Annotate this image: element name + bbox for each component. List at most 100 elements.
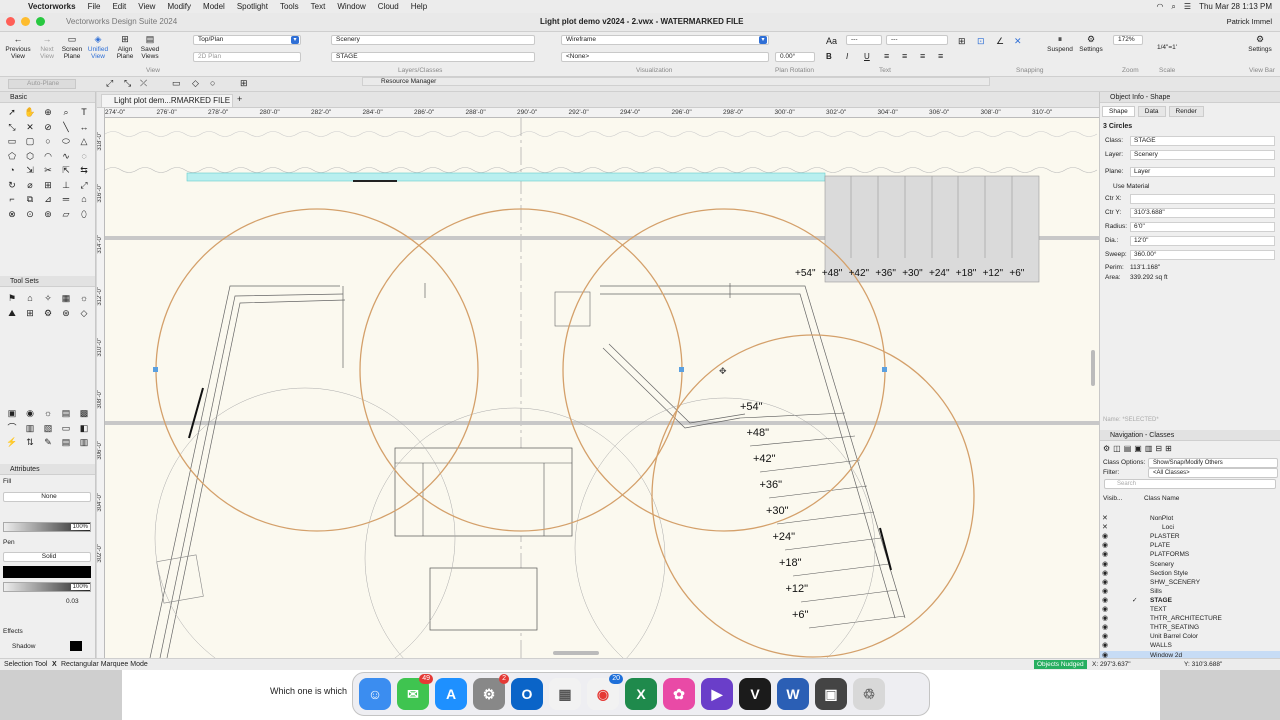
class-search-input[interactable]: Search: [1104, 479, 1276, 489]
user-name[interactable]: Patrick Immel: [1227, 17, 1272, 26]
class-field[interactable]: STAGE: [1130, 136, 1275, 146]
pen-opacity-slider[interactable]: 100%: [3, 582, 91, 592]
visible-eye-icon[interactable]: ◉: [1102, 550, 1108, 559]
unified-view-button[interactable]: ◈ Unified View: [86, 34, 110, 60]
navigation-header[interactable]: Navigation - Classes: [1100, 430, 1280, 441]
nav-saved-views-icon[interactable]: ▥: [1145, 444, 1153, 453]
tool-sets-header[interactable]: Tool Sets: [0, 276, 95, 287]
zoom-field[interactable]: 172%: [1113, 35, 1143, 45]
basic-palette-header[interactable]: Basic: [0, 92, 95, 103]
tab-shape[interactable]: Shape: [1102, 106, 1135, 117]
focus-point-icon[interactable]: ◉: [21, 406, 39, 421]
drawing-svg[interactable]: ✥ +54" +48" +42" +36" +30" +24" +18" +12" +6" +5…: [105, 118, 1099, 658]
fold-tool-icon[interactable]: ⊿: [39, 192, 57, 207]
visible-eye-icon[interactable]: ◉: [1102, 569, 1108, 578]
soft-goods-icon[interactable]: ▧: [39, 421, 57, 436]
toolset-misc-icon[interactable]: ◇: [75, 306, 93, 321]
clock[interactable]: Thu Mar 28 1:13 PM: [1199, 2, 1272, 11]
ctrx-field[interactable]: [1130, 194, 1275, 204]
class-row[interactable]: ✕ NonPlot: [1100, 514, 1280, 523]
zoom-tool-icon[interactable]: ⌕: [57, 105, 75, 120]
circle-tool-icon[interactable]: ○: [39, 134, 57, 149]
font-icon[interactable]: Aa: [826, 36, 837, 46]
align-right-icon[interactable]: ≡: [920, 51, 925, 61]
plan-rotation-field[interactable]: 0.00°: [775, 52, 815, 62]
plane-field[interactable]: Layer: [1130, 167, 1275, 177]
align-plane-button[interactable]: ⊞ Align Plane: [113, 34, 137, 60]
pen-color-swatch[interactable]: [3, 566, 91, 578]
horizontal-scrollbar[interactable]: [553, 651, 599, 655]
line-tool-icon[interactable]: ╲: [57, 120, 75, 135]
screen-recorder-icon[interactable]: ▶: [701, 678, 733, 710]
hidden-icon[interactable]: ✕: [1102, 523, 1108, 532]
class-select[interactable]: STAGE: [331, 52, 535, 62]
outlook-icon[interactable]: O: [511, 678, 543, 710]
horizontal-ruler[interactable]: 274'-0" 276'-0" 278'-0" 280'-0" 282'-0" 284'-…: [105, 108, 1099, 118]
eyedropper-tool-icon[interactable]: ⊘: [39, 120, 57, 135]
view-bar-settings-button[interactable]: ⚙ Settings: [1246, 34, 1274, 53]
class-row[interactable]: ◉ THTR_ARCHITECTURE: [1100, 614, 1280, 623]
menu-app[interactable]: Vectorworks: [22, 2, 82, 11]
menu-edit[interactable]: Edit: [106, 2, 132, 11]
rotate-tool-icon[interactable]: ↻: [3, 178, 21, 193]
nav-layers-icon[interactable]: ◫: [1113, 444, 1121, 453]
freehand-tool-icon[interactable]: ∿: [57, 149, 75, 164]
add-tab-icon[interactable]: +: [237, 94, 242, 104]
class-row[interactable]: ◉ TEXT: [1100, 605, 1280, 614]
cyan-batten[interactable]: [186, 172, 826, 182]
ctry-field[interactable]: 310'3.688": [1130, 208, 1275, 218]
snap-angle-icon[interactable]: ∠: [996, 36, 1004, 47]
vectorworks-icon[interactable]: V: [739, 678, 771, 710]
split-tool-icon[interactable]: ⌀: [21, 178, 39, 193]
visible-eye-icon[interactable]: ◉: [1102, 641, 1108, 650]
light-position-icon[interactable]: ☼: [39, 406, 57, 421]
class-row[interactable]: ◉ SHW_SCENERY: [1100, 578, 1280, 587]
attribute-tool-icon[interactable]: ⊙: [21, 207, 39, 222]
system-settings-icon[interactable]: ⚙ 2: [473, 674, 509, 710]
mirror-tool-icon[interactable]: ⇆: [75, 163, 93, 178]
search-icon[interactable]: ⌕: [1171, 2, 1175, 12]
oval-tool-icon[interactable]: ⬭: [57, 134, 75, 149]
visible-eye-icon[interactable]: ◉: [1102, 614, 1108, 623]
seating-icon[interactable]: ⌒: [3, 421, 21, 436]
menu-text[interactable]: Text: [305, 2, 332, 11]
layer-field[interactable]: Scenery: [1130, 150, 1275, 160]
nav-sheet-layers-icon[interactable]: ▤: [1124, 444, 1132, 453]
toolset-dims-icon[interactable]: ⚑: [3, 291, 21, 306]
wall-tool-icon[interactable]: ▱: [57, 207, 75, 222]
text-tool-icon[interactable]: T: [75, 105, 93, 120]
dimension-tool-icon[interactable]: ↔: [75, 120, 93, 135]
font-select[interactable]: ---: [846, 35, 882, 45]
suspend-snapping-button[interactable]: ⏸ Suspend: [1046, 34, 1074, 53]
menu-model[interactable]: Model: [197, 2, 231, 11]
radius-field[interactable]: 6'0": [1130, 222, 1275, 232]
auto-plane-button[interactable]: Auto-Plane: [8, 79, 76, 89]
trash-icon[interactable]: ♲: [853, 678, 885, 710]
align-center-icon[interactable]: ≡: [902, 51, 907, 61]
stage-deck-icon[interactable]: ▥: [21, 421, 39, 436]
resource-manager-bar[interactable]: Resource Manager: [362, 77, 990, 86]
delete-tool-icon[interactable]: ✕: [21, 120, 39, 135]
pan-tool-icon[interactable]: ✋: [21, 105, 39, 120]
use-material-checkbox[interactable]: Use Material: [1113, 183, 1149, 190]
col-name-header[interactable]: Class Name: [1144, 495, 1179, 502]
locus-tool-icon[interactable]: ⊚: [39, 207, 57, 222]
reshape-mode-icon[interactable]: ⤫: [140, 78, 147, 89]
visible-eye-icon[interactable]: ◉: [1102, 560, 1108, 569]
next-view-button[interactable]: → Next View: [36, 34, 58, 60]
toolset-furniture-icon[interactable]: ⊞: [21, 306, 39, 321]
arc-tool-icon[interactable]: ◠: [39, 149, 57, 164]
space-tool-icon[interactable]: ⬯: [75, 207, 93, 222]
toolset-site-icon[interactable]: ⛰: [3, 306, 21, 321]
lasso-icon[interactable]: ○: [210, 78, 215, 88]
triangle-tool-icon[interactable]: △: [75, 134, 93, 149]
visible-eye-icon[interactable]: ◉: [1102, 541, 1108, 550]
class-row[interactable]: ◉ PLATE: [1100, 541, 1280, 550]
class-row[interactable]: ◉ Sills: [1100, 587, 1280, 596]
excel-icon[interactable]: X: [625, 678, 657, 710]
justify-icon[interactable]: ≡: [938, 51, 943, 61]
flyover-tool-icon[interactable]: ⊕: [39, 105, 57, 120]
italic-icon[interactable]: I: [846, 52, 848, 61]
transform-mode-icon[interactable]: ⤡: [124, 78, 131, 89]
render-mode-select[interactable]: Wireframe ▾: [561, 35, 769, 45]
